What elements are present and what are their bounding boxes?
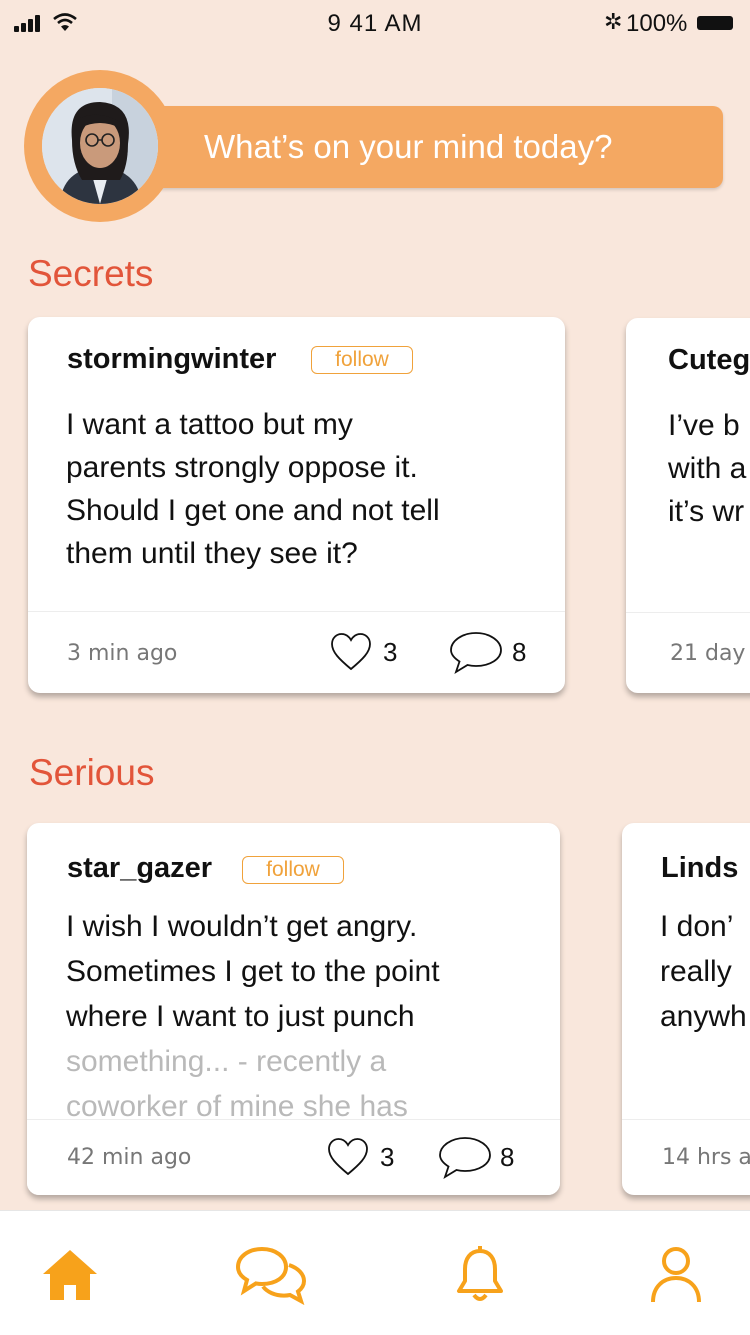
post-card[interactable]: stormingwinter follow I want a tattoo bu… [28, 317, 565, 693]
tab-bar [0, 1210, 750, 1335]
avatar[interactable] [42, 88, 158, 204]
comment-count: 8 [500, 1142, 515, 1172]
post-time: 14 hrs a [662, 1145, 750, 1170]
tab-notifications[interactable] [420, 1211, 540, 1335]
bluetooth-icon: ✲ [604, 9, 623, 34]
section-title-serious: Serious [29, 752, 155, 793]
username[interactable]: Linds [661, 852, 738, 885]
battery-percent: 100% [626, 10, 688, 37]
post-text-line: I don’ [660, 910, 734, 943]
post-text-line: Sometimes I get to the point [66, 955, 440, 988]
post-card[interactable]: Cuteg I’ve b with a it’s wr 21 day [626, 318, 750, 693]
tab-home[interactable] [10, 1211, 130, 1335]
post-text-line: with a [668, 452, 747, 485]
home-icon [43, 1250, 97, 1300]
status-bar: 9 41 AM ✲ 100% [0, 0, 750, 50]
comment-icon[interactable] [448, 629, 504, 675]
username[interactable]: Cuteg [668, 344, 750, 377]
tab-profile[interactable] [614, 1211, 734, 1335]
post-text-line: it’s wr [668, 495, 745, 528]
post-text-line: Should I get one and not tell [66, 494, 440, 527]
follow-button[interactable]: follow [242, 856, 344, 884]
username[interactable]: stormingwinter [67, 343, 276, 376]
compose-button[interactable]: What’s on your mind today? [118, 106, 723, 188]
compose-placeholder: What’s on your mind today? [204, 128, 613, 165]
post-text-line: I’ve b [668, 409, 740, 442]
profile-icon [651, 1247, 701, 1303]
post-text-line-faded: something... - recently a [66, 1045, 387, 1078]
post-time: 42 min ago [67, 1145, 192, 1170]
post-text-line: parents strongly oppose it. [66, 451, 418, 484]
post-text-line: anywh [660, 1000, 747, 1033]
divider [28, 611, 565, 612]
like-count: 3 [383, 637, 398, 667]
follow-button[interactable]: follow [311, 346, 413, 374]
heart-icon[interactable] [329, 631, 373, 673]
comment-count: 8 [512, 637, 527, 667]
post-card[interactable]: star_gazer follow I wish I wouldn’t get … [27, 823, 560, 1195]
battery-icon [697, 16, 733, 30]
post-text-line: really [660, 955, 732, 988]
post-text-line: I want a tattoo but my [66, 408, 353, 441]
heart-icon[interactable] [326, 1136, 370, 1178]
section-title-secrets: Secrets [28, 253, 154, 294]
avatar-photo [42, 88, 158, 204]
divider [626, 612, 750, 613]
post-time: 21 day [670, 641, 746, 666]
post-time: 3 min ago [67, 641, 178, 666]
username[interactable]: star_gazer [67, 852, 212, 885]
divider [622, 1119, 750, 1120]
tab-chat[interactable] [210, 1211, 330, 1335]
like-count: 3 [380, 1142, 395, 1172]
post-text-line: them until they see it? [66, 537, 358, 570]
comment-icon[interactable] [437, 1134, 493, 1180]
post-text-line: where I want to just punch [66, 1000, 415, 1033]
post-text-line: I wish I wouldn’t get angry. [66, 910, 418, 943]
post-card[interactable]: Linds I don’ really anywh 14 hrs a [622, 823, 750, 1195]
chat-icon [235, 1246, 307, 1305]
bell-icon [457, 1246, 503, 1301]
